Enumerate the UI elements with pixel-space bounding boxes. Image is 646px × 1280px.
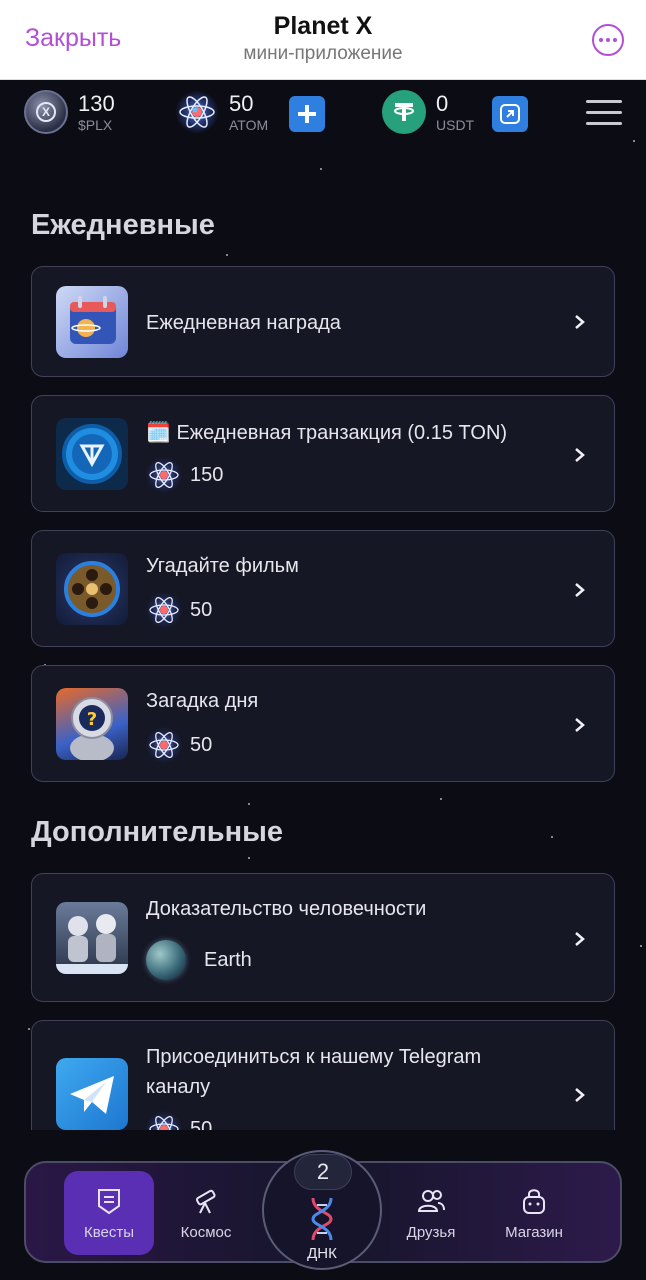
usdt-label: USDT xyxy=(436,116,475,133)
chevron-right-icon xyxy=(575,932,585,946)
quests-icon xyxy=(98,1188,120,1214)
usdt-value: 0 xyxy=(436,90,449,116)
star xyxy=(226,254,228,256)
plx-label: $PLX xyxy=(78,116,113,133)
star xyxy=(248,857,250,859)
reward-tag: Earth xyxy=(204,948,252,971)
guess-movie-card[interactable]: Угадайте фильм 50 xyxy=(31,530,615,647)
daily-transaction-card[interactable]: 🗓️ Ежедневная транзакция (0.15 TON) 150 xyxy=(31,395,615,512)
chevron-right-icon xyxy=(575,448,585,462)
balance-plx: X 130 $PLX xyxy=(24,90,115,134)
daily-section-title: Ежедневные xyxy=(31,209,215,241)
atom-icon xyxy=(175,90,219,134)
card-title: Присоединиться к нашему Telegram каналу xyxy=(146,1046,482,1098)
nav-quests[interactable]: Квесты xyxy=(64,1171,154,1255)
reward: Earth xyxy=(146,940,252,980)
telegram-header: Закрыть Planet X мини-приложение xyxy=(0,0,646,80)
add-atom-button[interactable] xyxy=(289,96,325,132)
reward: 50 xyxy=(146,727,212,763)
atom-icon xyxy=(146,727,182,763)
plx-value: 130 xyxy=(78,90,115,116)
usdt-coin-icon xyxy=(382,90,426,134)
chevron-right-icon xyxy=(575,1088,585,1102)
nav-label: Квесты xyxy=(83,1223,135,1241)
star xyxy=(440,798,442,800)
shop-bag-icon xyxy=(523,1188,545,1214)
dna-count-badge: 2 xyxy=(294,1154,352,1190)
star xyxy=(248,803,250,805)
telegram-icon xyxy=(56,1058,128,1130)
card-title: Угадайте фильм xyxy=(146,555,299,577)
nav-friends[interactable]: Друзья xyxy=(386,1171,476,1255)
balance-atom: 50 ATOM xyxy=(175,90,268,134)
nav-space[interactable]: Космос xyxy=(161,1171,251,1255)
astronaut-question-icon: ? xyxy=(56,688,128,760)
reward: 150 xyxy=(146,457,223,493)
ton-icon xyxy=(56,418,128,490)
dna-icon xyxy=(311,1197,333,1241)
nav-label: Космос xyxy=(180,1223,232,1241)
svg-text:?: ? xyxy=(87,709,97,730)
astronauts-icon xyxy=(56,902,128,974)
chevron-right-icon xyxy=(575,583,585,597)
daily-reward-card[interactable]: Ежедневная награда xyxy=(31,266,615,377)
chevron-right-icon xyxy=(575,718,585,732)
reward-value: 150 xyxy=(190,463,224,486)
balance-usdt: 0 USDT xyxy=(382,90,474,134)
withdraw-usdt-button[interactable] xyxy=(492,96,528,132)
proof-of-humanity-card[interactable]: Доказательство человечности Earth xyxy=(31,873,615,1002)
extra-section-title: Дополнительные xyxy=(31,816,283,848)
film-reel-icon xyxy=(56,553,128,625)
card-title: Загадка дня xyxy=(146,690,259,712)
menu-icon[interactable] xyxy=(586,100,622,126)
chevron-right-icon xyxy=(575,315,585,329)
atom-icon xyxy=(146,457,182,493)
star xyxy=(320,168,322,170)
more-circle-icon[interactable] xyxy=(592,24,624,56)
telescope-icon xyxy=(195,1189,216,1213)
atom-value: 50 xyxy=(229,90,254,116)
nav-shop[interactable]: Магазин xyxy=(489,1171,579,1255)
earth-icon xyxy=(146,940,186,980)
star xyxy=(551,836,553,838)
reward-value: 50 xyxy=(190,598,213,621)
reward-value: 50 xyxy=(190,733,213,756)
app-title: Planet X xyxy=(273,12,373,40)
nav-label: Друзья xyxy=(406,1223,456,1241)
friends-icon xyxy=(417,1189,445,1212)
star xyxy=(640,945,642,947)
nav-dna-label: ДНК xyxy=(307,1245,337,1262)
star xyxy=(28,1028,30,1030)
reward: 50 xyxy=(146,592,212,628)
card-title: Ежедневная награда xyxy=(146,312,341,334)
atom-icon xyxy=(146,592,182,628)
card-title: Доказательство человечности xyxy=(146,898,427,920)
card-title: 🗓️ Ежедневная транзакция (0.15 TON) xyxy=(146,422,508,444)
atom-label: ATOM xyxy=(229,116,269,133)
nav-label: Магазин xyxy=(505,1223,563,1241)
app-subtitle: мини-приложение xyxy=(243,43,403,64)
plx-coin-icon: X xyxy=(24,90,68,134)
riddle-of-day-card[interactable]: ? Загадка дня 50 xyxy=(31,665,615,782)
calendar-icon xyxy=(56,286,128,358)
